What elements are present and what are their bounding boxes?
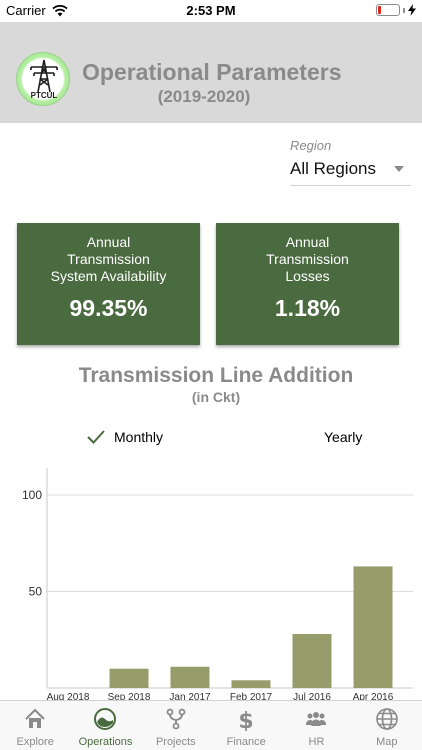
monthly-toggle[interactable]: Monthly (86, 426, 163, 448)
people-icon (306, 712, 327, 726)
charging-bolt-icon (408, 4, 416, 16)
status-time: 2:53 PM (186, 3, 236, 18)
tab-finance[interactable]: $ Finance (211, 701, 281, 750)
availability-card: Annual Transmission System Availability … (17, 223, 200, 345)
region-dropdown[interactable]: All Regions (290, 156, 411, 186)
transmission-line-chart: 50100Aug 2018 Sep 2018 Jan 2017 Feb 2017 Jul… (22, 468, 413, 703)
svg-text:$: $ (238, 709, 253, 731)
tab-map[interactable]: Map (352, 701, 422, 750)
fork-icon (166, 708, 186, 730)
tab-operations[interactable]: Operations (70, 701, 140, 750)
availability-card-title: Annual Transmission System Availability (50, 234, 167, 284)
region-value: All Regions (290, 159, 376, 178)
tab-projects[interactable]: Projects (141, 701, 211, 750)
globe-icon (375, 708, 398, 730)
bar (109, 668, 149, 688)
page-header: PTCUL Operational Parameters (2019-2020) (0, 22, 422, 123)
chart-title: Transmission Line Addition (78, 364, 354, 387)
battery-tip (403, 7, 405, 13)
y-tick-label: 100 (22, 488, 42, 502)
dollar-icon: $ (238, 709, 253, 731)
region-label: Region (290, 138, 332, 153)
chart-subtitle: (in Ckt) (191, 389, 241, 405)
tab-operations-label: Operations (78, 736, 133, 748)
tab-hr-label: HR (308, 736, 325, 748)
tab-map-label: Map (376, 736, 398, 748)
bar (292, 633, 332, 688)
ptcul-logo: PTCUL (16, 52, 70, 106)
yearly-label: Yearly (324, 429, 363, 445)
transmission-tower-icon (30, 59, 58, 93)
battery-icon (376, 4, 400, 16)
y-tick-label: 50 (29, 585, 43, 599)
bar (170, 666, 210, 688)
bar (353, 566, 393, 688)
page-subtitle: (2019-2020) (157, 87, 251, 106)
tab-hr[interactable]: HR (281, 701, 351, 750)
tab-finance-label: Finance (226, 736, 266, 748)
availability-card-value: 99.35% (69, 295, 148, 321)
logo-text: PTCUL (30, 91, 58, 100)
gauge-icon (94, 708, 117, 730)
losses-card-title: Annual Transmission Losses (266, 234, 349, 284)
losses-card-value: 1.18% (274, 295, 341, 321)
status-bar: Carrier 2:53 PM (0, 0, 422, 22)
battery-level (378, 6, 381, 14)
losses-card: Annual Transmission Losses 1.18% (216, 223, 399, 345)
monthly-label: Monthly (114, 429, 164, 445)
tab-explore[interactable]: Explore (0, 701, 70, 750)
tab-explore-label: Explore (16, 736, 54, 748)
tab-bar: Explore Operations Projects $ Finance HR… (0, 700, 422, 750)
bar (231, 680, 271, 688)
status-right (376, 4, 416, 16)
checkmark-icon (87, 430, 105, 444)
page-title: Operational Parameters (82, 59, 342, 85)
home-icon (25, 708, 45, 728)
yearly-toggle[interactable]: Yearly (324, 426, 362, 448)
tab-projects-label: Projects (155, 736, 196, 748)
chevron-down-icon (394, 166, 404, 172)
